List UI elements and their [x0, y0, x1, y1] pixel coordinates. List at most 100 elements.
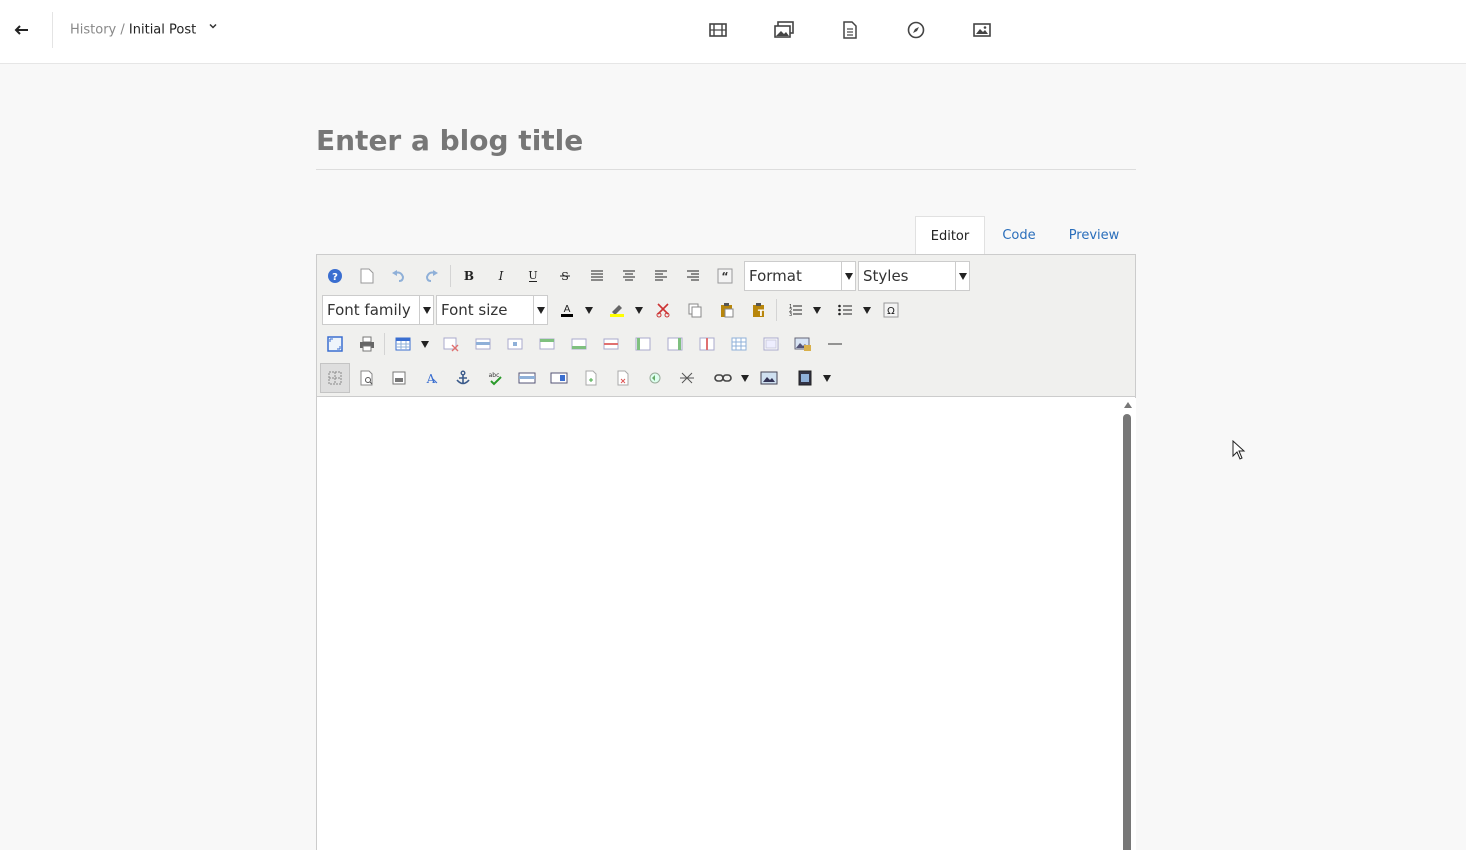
- row-properties-icon[interactable]: [468, 329, 498, 359]
- blog-title-input[interactable]: [316, 120, 1136, 170]
- insert-layer-icon[interactable]: [512, 363, 542, 393]
- toolbar-row-1: ? B I U S “ Format Styles: [320, 257, 1132, 291]
- move-backward-icon[interactable]: [608, 363, 638, 393]
- highlight-color-icon[interactable]: [602, 295, 632, 325]
- insert-row-before-icon[interactable]: [532, 329, 562, 359]
- help-icon[interactable]: ?: [320, 261, 350, 291]
- editor-scrollbar[interactable]: [1120, 398, 1136, 850]
- text-color-icon[interactable]: A: [552, 295, 582, 325]
- align-center-icon[interactable]: [614, 261, 644, 291]
- template-icon[interactable]: [384, 363, 414, 393]
- scroll-up-arrow-icon[interactable]: [1124, 402, 1132, 408]
- bullet-list-icon[interactable]: [830, 295, 860, 325]
- new-document-icon[interactable]: [352, 261, 382, 291]
- gallery-icon[interactable]: [772, 18, 796, 42]
- svg-text:abc: abc: [489, 372, 500, 379]
- tab-editor[interactable]: Editor: [915, 216, 985, 255]
- chevron-down-icon[interactable]: [208, 19, 218, 37]
- blockquote-icon[interactable]: “: [710, 261, 740, 291]
- redo-icon[interactable]: [416, 261, 446, 291]
- strikethrough-icon[interactable]: S: [550, 261, 580, 291]
- back-button[interactable]: [10, 18, 34, 42]
- insert-column-before-icon[interactable]: [628, 329, 658, 359]
- align-left-icon[interactable]: [646, 261, 676, 291]
- image-icon[interactable]: [970, 18, 994, 42]
- format-dropdown[interactable]: Format: [744, 261, 856, 291]
- special-character-icon[interactable]: Ω: [876, 295, 906, 325]
- compass-icon[interactable]: [904, 18, 928, 42]
- top-header: History / Initial Post: [0, 0, 1466, 64]
- link-dropdown-arrow[interactable]: [738, 363, 752, 393]
- anchor-icon[interactable]: [448, 363, 478, 393]
- svg-text:?: ?: [332, 272, 338, 283]
- preview-icon[interactable]: [352, 363, 382, 393]
- merge-cells-icon[interactable]: [756, 329, 786, 359]
- svg-text:B: B: [464, 269, 474, 283]
- print-icon[interactable]: [352, 329, 382, 359]
- bold-icon[interactable]: B: [454, 261, 484, 291]
- delete-table-icon[interactable]: [436, 329, 466, 359]
- tab-code[interactable]: Code: [989, 216, 1049, 255]
- format-dropdown-label: Format: [749, 267, 802, 285]
- font-family-label: Font family: [327, 301, 411, 319]
- horizontal-rule-icon[interactable]: [820, 329, 850, 359]
- cell-properties-icon[interactable]: [500, 329, 530, 359]
- fullscreen-icon[interactable]: [320, 329, 350, 359]
- breadcrumb[interactable]: History / Initial Post: [70, 21, 218, 40]
- split-cells-icon[interactable]: [724, 329, 754, 359]
- insert-column-after-icon[interactable]: [660, 329, 690, 359]
- paste-icon[interactable]: [712, 295, 742, 325]
- remove-format-icon[interactable]: A: [416, 363, 446, 393]
- font-size-dropdown[interactable]: Font size: [436, 295, 548, 325]
- svg-text:A: A: [564, 304, 571, 315]
- align-justify-icon[interactable]: [582, 261, 612, 291]
- font-family-dropdown[interactable]: Font family: [322, 295, 434, 325]
- numbered-list-icon[interactable]: 123: [780, 295, 810, 325]
- table-icon[interactable]: [388, 329, 418, 359]
- copy-icon[interactable]: [680, 295, 710, 325]
- header-divider: [52, 12, 53, 48]
- restore-icon[interactable]: [640, 363, 670, 393]
- toolbar-row-4: A abc: [320, 359, 1132, 393]
- arrow-left-icon: [14, 25, 28, 35]
- media-dropdown-arrow[interactable]: [820, 363, 834, 393]
- absolute-position-icon[interactable]: [544, 363, 574, 393]
- toolbar-separator: [450, 265, 451, 287]
- cut-icon[interactable]: [648, 295, 678, 325]
- underline-icon[interactable]: U: [518, 261, 548, 291]
- link-icon[interactable]: [708, 363, 738, 393]
- visual-aid-icon[interactable]: [320, 363, 350, 393]
- align-right-icon[interactable]: [678, 261, 708, 291]
- page-icon[interactable]: [838, 18, 862, 42]
- editor-content-area[interactable]: [317, 398, 1135, 850]
- svg-text:T: T: [758, 309, 765, 318]
- spellcheck-icon[interactable]: abc: [480, 363, 510, 393]
- text-color-dropdown-arrow[interactable]: [582, 295, 596, 325]
- move-forward-icon[interactable]: [576, 363, 606, 393]
- insert-row-after-icon[interactable]: [564, 329, 594, 359]
- undo-icon[interactable]: [384, 261, 414, 291]
- visual-chars-icon[interactable]: [672, 363, 702, 393]
- styles-dropdown[interactable]: Styles: [858, 261, 970, 291]
- breadcrumb-history[interactable]: History: [70, 23, 116, 38]
- numbered-list-dropdown-arrow[interactable]: [810, 295, 824, 325]
- highlight-dropdown-arrow[interactable]: [632, 295, 646, 325]
- image-manager-icon[interactable]: [754, 363, 784, 393]
- insert-image-icon[interactable]: [788, 329, 818, 359]
- italic-icon[interactable]: I: [486, 261, 516, 291]
- table-dropdown-arrow[interactable]: [418, 329, 432, 359]
- breadcrumb-current[interactable]: Initial Post: [129, 23, 196, 38]
- media-icon[interactable]: [790, 363, 820, 393]
- svg-text:I: I: [498, 269, 504, 283]
- rich-text-editor: ? B I U S “ Format Styles: [316, 254, 1136, 850]
- scrollbar-thumb[interactable]: [1123, 414, 1131, 850]
- paste-text-icon[interactable]: T: [744, 295, 774, 325]
- dropdown-arrow-icon: [841, 262, 855, 290]
- delete-column-icon[interactable]: [692, 329, 722, 359]
- bullet-list-dropdown-arrow[interactable]: [860, 295, 874, 325]
- mouse-pointer-icon: [1232, 439, 1246, 460]
- dropdown-arrow-icon: [533, 296, 547, 324]
- film-icon[interactable]: [706, 18, 730, 42]
- delete-row-icon[interactable]: [596, 329, 626, 359]
- tab-preview[interactable]: Preview: [1061, 216, 1127, 255]
